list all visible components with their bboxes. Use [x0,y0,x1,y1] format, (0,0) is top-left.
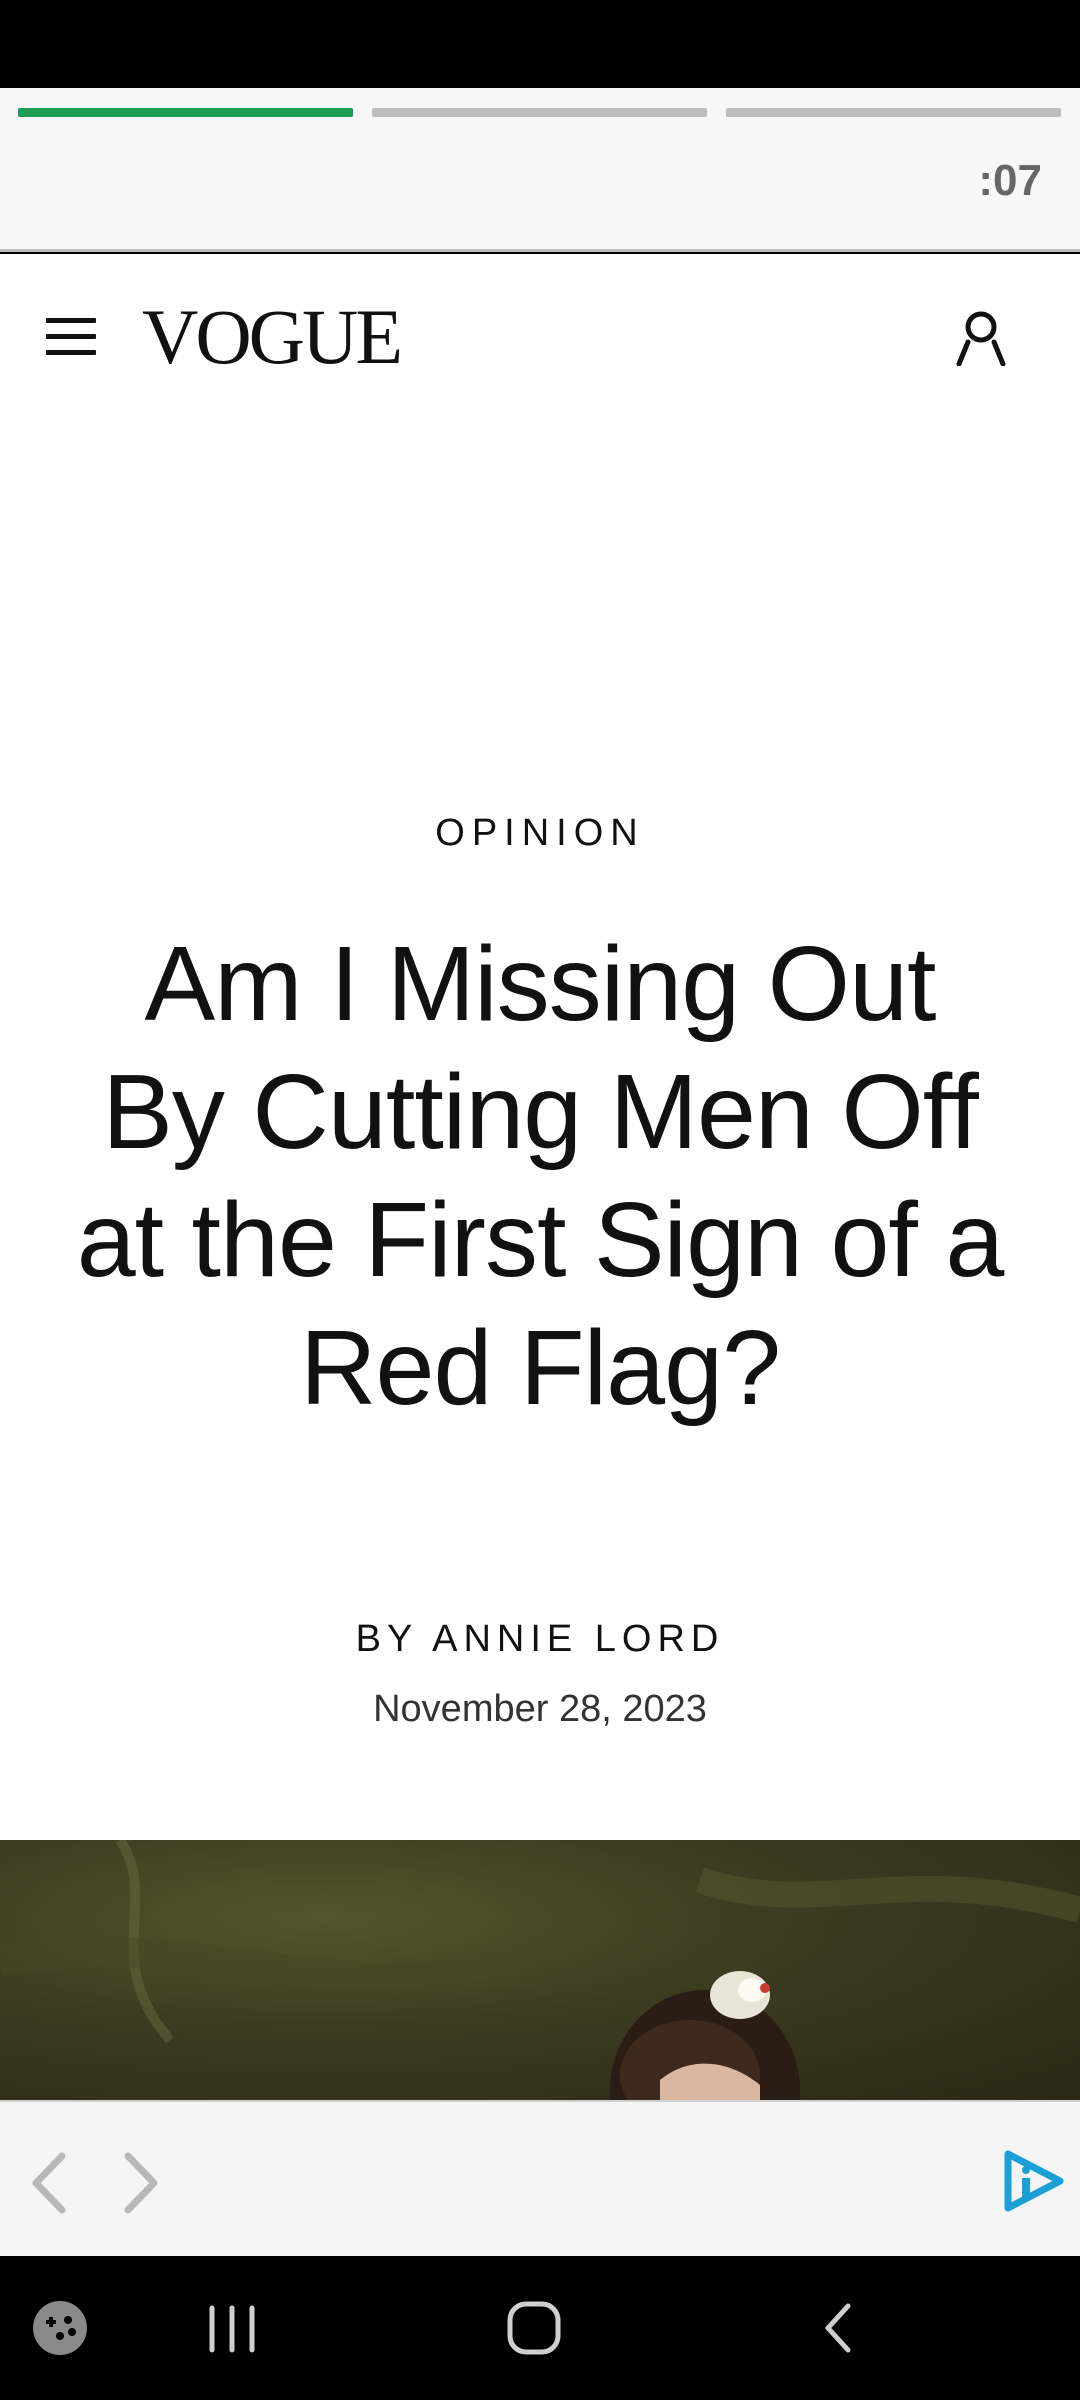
vogue-logo[interactable]: VOGUE [142,298,403,376]
countdown-timer: :07 [978,156,1042,205]
home-icon[interactable] [506,2300,562,2361]
ad-navigation-bar [0,2100,1080,2256]
author-link[interactable]: ANNIE LORD [432,1618,724,1660]
article-rubric[interactable]: OPINION [0,812,1080,855]
person-icon[interactable] [954,310,1008,367]
progress-segment-2 [372,108,707,117]
hamburger-menu-icon[interactable] [46,318,96,356]
progress-fill [18,108,353,117]
byline-prefix: BY [355,1618,418,1660]
progress-segment-3 [726,108,1061,117]
progress-segment-1 [18,108,353,117]
site-header: VOGUE [0,254,1080,420]
painting-image [0,1840,1080,2100]
byline: BY ANNIE LORD [0,1618,1080,1661]
recent-apps-icon[interactable] [206,2304,258,2359]
publish-date: November 28, 2023 [373,1688,707,1730]
game-launcher-icon[interactable] [32,2300,88,2361]
article-headline: Am I Missing Out By Cutting Men Off at t… [76,925,1005,1427]
story-progress-bar: :07 [0,88,1080,252]
hero-painting-image [0,1840,1080,2100]
chevron-right-icon[interactable] [110,2148,170,2218]
chevron-left-icon[interactable] [20,2148,80,2218]
system-navigation-bar [0,2256,1080,2400]
adchoices-icon[interactable] [1000,2148,1066,2214]
article-header: OPINION Am I Missing Out By Cutting Men … [0,420,1080,1840]
back-icon[interactable] [818,2300,858,2361]
status-bar [0,0,1080,88]
